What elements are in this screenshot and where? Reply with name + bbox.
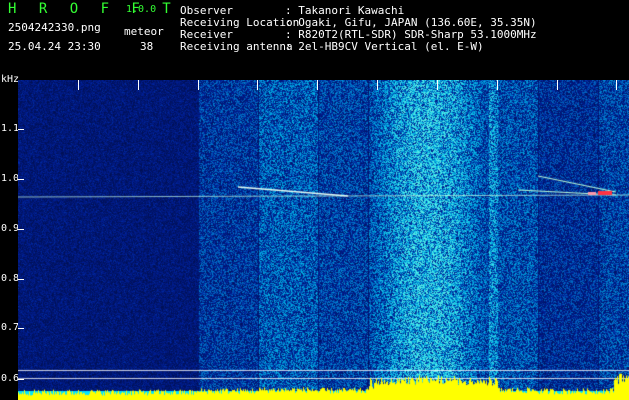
spectrogram-waterfall (18, 80, 629, 400)
timestamp: 25.04.24 23:30 (8, 40, 101, 53)
y-tick-mark (18, 379, 24, 380)
y-tick-mark (18, 279, 24, 280)
y-tick-label: 0.7 (1, 322, 20, 333)
x-tick-mark (437, 80, 438, 90)
y-tick-label: 0.6 (1, 373, 20, 384)
x-tick-mark (257, 80, 258, 90)
hroft-window: H R O F F T 1.0.0 2504242330.png 25.04.2… (0, 0, 629, 400)
info-label-antenna: Receiving antenna (180, 40, 293, 53)
y-axis-unit: kHz (1, 74, 20, 85)
app-version: 1.0.0 (126, 4, 157, 15)
y-tick-label: 0.9 (1, 223, 20, 234)
info-value-antenna: : 2el-HB9CV Vertical (el. E-W) (285, 40, 484, 53)
y-tick-mark (18, 129, 24, 130)
y-tick-label: 0.8 (1, 273, 20, 284)
x-tick-mark (497, 80, 498, 90)
y-tick-mark (18, 179, 24, 180)
x-tick-mark (377, 80, 378, 90)
y-tick-label: 1.1 (1, 123, 20, 134)
y-tick-label: 1.0 (1, 173, 20, 184)
x-tick-mark (317, 80, 318, 90)
x-tick-mark (78, 80, 79, 90)
x-tick-mark (198, 80, 199, 90)
x-tick-mark (138, 80, 139, 90)
y-tick-mark (18, 229, 24, 230)
detection-type-label: meteor (124, 25, 164, 38)
y-tick-mark (18, 328, 24, 329)
x-tick-mark (616, 80, 617, 90)
file-name: 2504242330.png (8, 21, 101, 34)
x-tick-mark (557, 80, 558, 90)
detection-count: 38 (140, 40, 154, 53)
